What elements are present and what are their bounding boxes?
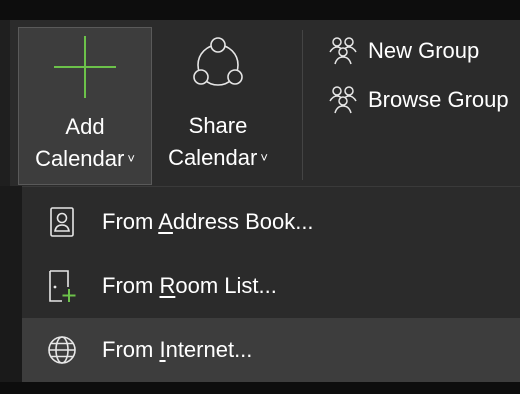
- menu-item-label-suffix: ddress Book...: [172, 209, 314, 234]
- group-people-icon: [326, 84, 360, 116]
- share-calendar-button[interactable]: Share Calendar ˅: [153, 27, 283, 185]
- outlook-calendar-ribbon: Add Calendar ˅ Share Calendar ˅ New Grou…: [0, 0, 520, 394]
- menu-item-label: From Address Book...: [102, 209, 314, 235]
- share-calendar-label-line1: Share: [188, 113, 248, 138]
- add-calendar-label-line2: Calendar ˅: [19, 146, 151, 172]
- add-calendar-button[interactable]: Add Calendar ˅: [18, 27, 152, 185]
- menu-item-label-prefix: From: [102, 337, 160, 362]
- menu-item-from-address-book[interactable]: From Address Book...: [22, 190, 520, 254]
- chevron-down-icon: ˅: [127, 151, 135, 166]
- browse-groups-label: Browse Group: [368, 87, 509, 112]
- share-calendar-label-text: Calendar: [168, 145, 258, 170]
- menu-item-label: From Internet...: [102, 337, 252, 363]
- new-group-label: New Group: [368, 38, 480, 63]
- menu-item-label-suffix: oom List...: [175, 273, 277, 298]
- menu-item-label-prefix: From: [102, 209, 159, 234]
- share-calendar-label-line2: Calendar ˅: [153, 145, 283, 171]
- share-network-icon: [153, 31, 283, 101]
- add-calendar-dropdown-menu: From Address Book... From Room List... F…: [22, 186, 520, 382]
- access-key: R: [159, 273, 176, 298]
- plus-icon: [19, 32, 151, 102]
- browse-groups-button[interactable]: Browse Group: [326, 82, 520, 118]
- menu-item-label-prefix: From: [102, 273, 160, 298]
- globe-icon: [44, 332, 80, 368]
- add-calendar-label-text: Calendar: [35, 146, 125, 171]
- new-group-button[interactable]: New Group: [326, 33, 520, 69]
- menu-item-label: From Room List...: [102, 273, 277, 299]
- menu-item-label-suffix: nternet...: [165, 337, 253, 362]
- add-calendar-label-line1: Add: [65, 114, 105, 139]
- top-strip: [0, 0, 520, 20]
- group-people-icon: [326, 35, 360, 67]
- address-book-icon: [44, 204, 80, 240]
- ribbon-separator: [302, 30, 303, 180]
- chevron-down-icon: ˅: [260, 150, 268, 165]
- room-list-add-icon: [44, 268, 80, 304]
- menu-item-from-internet[interactable]: From Internet...: [22, 318, 520, 382]
- menu-item-from-room-list[interactable]: From Room List...: [22, 254, 520, 318]
- left-pane-edge: [0, 186, 22, 382]
- access-key: A: [158, 209, 173, 234]
- bottom-strip: [0, 382, 520, 394]
